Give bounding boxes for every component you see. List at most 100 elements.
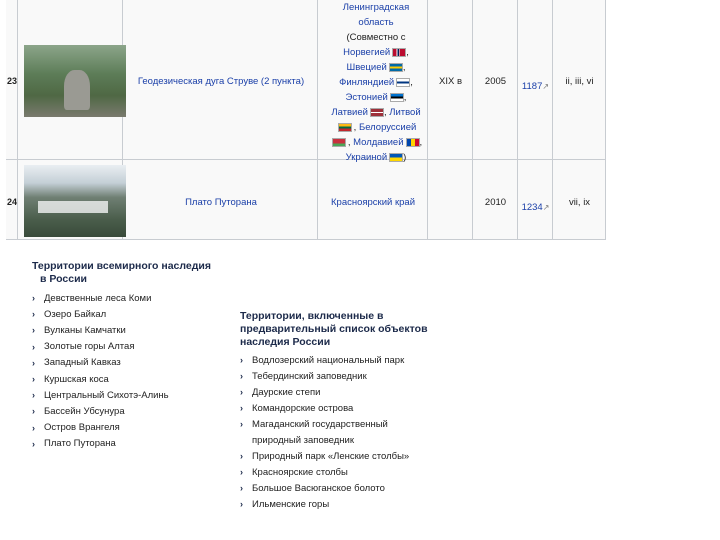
chevron-right-icon: › — [240, 467, 243, 477]
chevron-right-icon: › — [240, 483, 243, 493]
country-link-moldova[interactable]: Молдавией — [353, 137, 403, 148]
list-item[interactable]: › Остров Врангеля — [32, 420, 247, 436]
list-item-label: Плато Путорана — [44, 438, 116, 450]
list-item[interactable]: › Красноярские столбы — [240, 464, 480, 480]
estonia-flag-icon — [389, 92, 404, 102]
region-cell: Ленинградская область (Совместно с Норве… — [328, 0, 424, 165]
list-item[interactable]: › Куршская коса — [32, 371, 247, 387]
row-number: 24 — [7, 197, 18, 207]
chevron-right-icon: › — [32, 357, 35, 368]
list-item[interactable]: › Магаданский государственный — [240, 416, 480, 432]
list-item[interactable]: › Девственные леса Коми — [32, 290, 247, 306]
id-link[interactable]: 1187 — [522, 81, 542, 92]
struve-arc-photo[interactable] — [24, 45, 126, 117]
country-link-lithuania[interactable]: Литвой — [389, 107, 420, 118]
list-item-label: Девственные леса Коми — [44, 292, 152, 304]
list-item-label: Водлозерский национальный парк — [252, 354, 405, 366]
list-item-label: Магаданский государственный — [252, 418, 388, 430]
country-link-latvia[interactable]: Латвией — [331, 107, 368, 118]
chevron-right-icon: › — [32, 325, 35, 336]
list-item[interactable]: › Ильменские горы — [240, 496, 480, 512]
separator: ) — [403, 152, 407, 163]
criteria-cell: ii, iii, vi — [565, 76, 594, 87]
separator: , — [402, 62, 406, 73]
separator: , — [406, 47, 409, 58]
country-item: , Белоруссией — [328, 120, 424, 135]
chevron-right-icon: › — [240, 419, 243, 429]
list-item[interactable]: › Озеро Байкал — [32, 306, 247, 322]
id-cell: 1234↗ — [518, 197, 553, 215]
list-item[interactable]: › Золотые горы Алтая — [32, 339, 247, 355]
year-cell: 2010 — [484, 197, 507, 208]
list-item-label: Центральный Сихотэ-Алинь — [44, 389, 169, 401]
list-item-label: Природный парк «Ленские столбы» — [252, 450, 410, 462]
country-link-sweden[interactable]: Швецией — [347, 62, 387, 73]
panel-title: наследия России — [240, 336, 331, 348]
country-item: Латвией, Литвой — [328, 105, 424, 120]
list-item[interactable]: › Природный парк «Ленские столбы» — [240, 448, 480, 464]
world-heritage-list: Территории всемирного наследия в России … — [32, 260, 247, 452]
country-link-belarus[interactable]: Белоруссией — [359, 122, 416, 133]
site-name-link[interactable]: Плато Путорана — [128, 197, 314, 208]
list-item[interactable]: › Плато Путорана — [32, 436, 247, 452]
id-link[interactable]: 1234 — [522, 202, 543, 213]
list-item[interactable]: › Западный Кавказ — [32, 355, 247, 371]
chevron-right-icon: › — [32, 438, 35, 449]
table-cell — [428, 160, 473, 240]
external-link-icon: ↗ — [542, 203, 550, 212]
list-item-label: Золотые горы Алтая — [44, 341, 135, 353]
chevron-right-icon: › — [32, 374, 35, 385]
country-link-norway[interactable]: Норвегией — [343, 47, 390, 58]
list-item-label: Вулканы Камчатки — [44, 324, 126, 336]
list-item[interactable]: › Бассейн Убсунура — [32, 403, 247, 419]
chevron-right-icon: › — [240, 371, 243, 381]
region-note: (Совместно с — [346, 32, 406, 43]
list-item[interactable]: › Большое Васюганское болото — [240, 480, 480, 496]
list-item-label: Даурские степи — [252, 386, 321, 398]
list-item-label: Командорские острова — [252, 402, 354, 414]
list-item[interactable]: › Центральный Сихотэ-Алинь — [32, 387, 247, 403]
latvia-flag-icon — [369, 107, 384, 117]
separator: , — [410, 77, 413, 88]
ukraine-flag-icon — [389, 152, 404, 162]
list-item[interactable]: › Командорские острова — [240, 400, 480, 416]
tentative-list: Территории, включенные в предварительный… — [240, 310, 480, 512]
region-link[interactable]: Красноярский край — [318, 197, 428, 208]
chevron-right-icon: › — [240, 499, 243, 509]
list-item[interactable]: › Тебердинский заповедник — [240, 368, 480, 384]
region-link[interactable]: область — [328, 15, 424, 30]
list-item-continuation[interactable]: природный заповедник — [240, 432, 480, 448]
list-item-label: Красноярские столбы — [252, 466, 348, 478]
heritage-table: 23 Геодезическая дуга Струве (2 пункта) … — [6, 0, 606, 240]
list-item[interactable]: › Даурские степи — [240, 384, 480, 400]
country-link-estonia[interactable]: Эстонией — [346, 92, 388, 103]
country-item: Швецией, — [328, 60, 424, 75]
separator: , — [419, 137, 423, 148]
list-item-label: Бассейн Убсунура — [44, 405, 125, 417]
list-item[interactable]: › Вулканы Камчатки — [32, 322, 247, 338]
lithuania-flag-icon — [337, 122, 352, 132]
region-link[interactable]: Ленинградская — [328, 0, 424, 15]
list-item-label: Ильменские горы — [252, 498, 330, 510]
country-item: Украиной) — [328, 150, 424, 165]
chevron-right-icon: › — [32, 422, 35, 433]
panel-title: Территории, включенные в — [240, 310, 384, 322]
chevron-right-icon: › — [240, 355, 243, 365]
list-item[interactable]: › Водлозерский национальный парк — [240, 352, 480, 368]
chevron-right-icon: › — [32, 406, 35, 417]
chevron-right-icon: › — [32, 293, 35, 304]
country-item: Финляндией, — [328, 75, 424, 90]
list-item-label: Остров Врангеля — [44, 422, 120, 434]
panel-title: в России — [40, 273, 87, 285]
chevron-right-icon: › — [240, 403, 243, 413]
year-cell: 2005 — [484, 76, 507, 87]
row-number: 23 — [7, 76, 18, 86]
panel-title: Территории всемирного наследия — [32, 260, 212, 272]
site-name-link[interactable]: Геодезическая дуга Струве (2 пункта) — [128, 76, 314, 87]
putorana-plateau-photo[interactable] — [24, 165, 126, 237]
separator: , — [403, 92, 407, 103]
country-link-finland[interactable]: Финляндией — [339, 77, 394, 88]
chevron-right-icon: › — [240, 451, 243, 461]
country-link-ukraine[interactable]: Украиной — [346, 152, 387, 163]
belarus-flag-icon — [331, 137, 346, 147]
